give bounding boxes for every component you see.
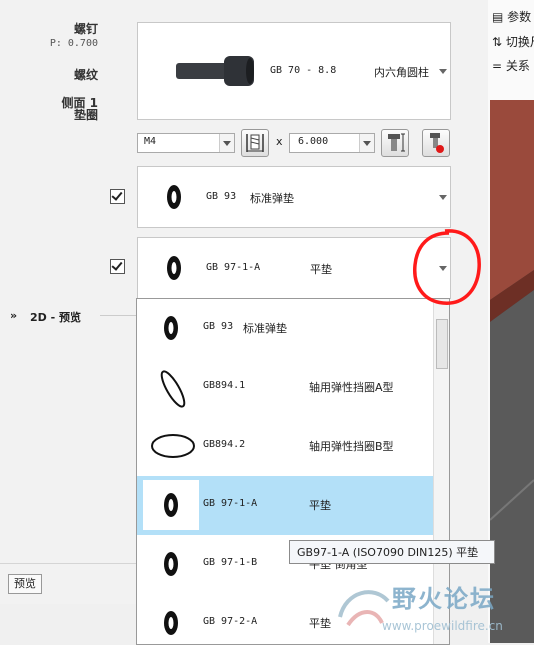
screw-part-selector[interactable]: GB 70 - 8.8 内六角圆柱	[137, 22, 451, 120]
screw-code: GB 70 - 8.8	[270, 65, 337, 76]
washer1-thumbnail	[146, 172, 202, 222]
washer2-name: 平垫	[310, 263, 332, 276]
times-label: x	[276, 135, 283, 148]
list-item-name: 平垫	[309, 617, 331, 630]
washer-label: 垫圈	[73, 108, 98, 122]
menu-item-switch-dims-label: 切换尺	[505, 35, 534, 49]
washer1-checkbox[interactable]	[110, 189, 125, 204]
list-item-code: GB 97-1-A	[203, 498, 258, 509]
list-item-thumbnail	[143, 303, 199, 353]
list-item-code: GB 97-2-A	[203, 616, 258, 627]
thread-label: 螺纹	[73, 68, 98, 82]
list-item-name: 平垫	[309, 499, 331, 512]
list-item-thumbnail	[143, 421, 199, 471]
list-item-code: GB894.2	[203, 439, 246, 450]
washer1-selector[interactable]: GB 93 标准弹垫	[137, 166, 451, 228]
thread-length-icon	[246, 134, 264, 152]
list-item-thumbnail	[143, 598, 199, 644]
menu-item-params-label: 参数	[507, 10, 532, 24]
list-item[interactable]: GB894.1 轴用弹性挡圈A型	[137, 358, 433, 417]
chevron-down-icon[interactable]	[439, 69, 447, 74]
retaining-ring-b-icon	[151, 434, 195, 458]
preview-section-toggle[interactable]: »	[10, 309, 17, 322]
washer2-selector[interactable]: GB 97-1-A 平垫	[137, 237, 451, 299]
washer1-name: 标准弹垫	[250, 192, 294, 205]
list-item-code: GB894.1	[203, 380, 246, 391]
screw-label: 螺钉	[73, 22, 98, 36]
preview-button[interactable]: 预览	[8, 574, 42, 594]
washer1-code: GB 93	[206, 191, 237, 202]
washer2-checkbox[interactable]	[110, 259, 125, 274]
chevron-down-icon[interactable]	[439, 195, 447, 200]
menu-item-switch-dims[interactable]: ⇅ 切换尺	[492, 33, 534, 50]
menu-item-relations-label: 关系	[505, 59, 530, 73]
scrollbar-thumb[interactable]	[436, 319, 448, 369]
switch-dims-icon: ⇅	[492, 35, 503, 49]
pick-point-button[interactable]	[422, 129, 450, 157]
length-combo[interactable]: 6.000	[289, 133, 375, 153]
retaining-ring-a-icon	[160, 370, 186, 408]
section-divider	[100, 315, 140, 316]
spring-washer-icon	[164, 316, 178, 340]
chevron-down-icon[interactable]	[219, 134, 234, 152]
relations-icon: =	[492, 59, 503, 73]
flat-washer-icon	[167, 256, 181, 280]
spring-washer-icon	[167, 185, 181, 209]
flat-washer-icon	[164, 611, 178, 635]
washer2-code: GB 97-1-A	[206, 262, 261, 273]
chevron-down-icon[interactable]	[359, 134, 374, 152]
flat-washer-icon	[164, 493, 178, 517]
list-item[interactable]: GB894.2 轴用弹性挡圈B型	[137, 417, 433, 476]
preview-section-label: 2D - 预览	[30, 311, 82, 324]
menu-item-params[interactable]: ▤ 参数	[492, 8, 531, 25]
list-item-thumbnail	[143, 539, 199, 589]
watermark-url: www.proewildfire.cn	[382, 619, 503, 633]
params-icon: ▤	[492, 10, 504, 24]
double-chevron-up-icon: »	[10, 309, 18, 322]
flat-washer-icon	[164, 552, 178, 576]
screw-length-button[interactable]	[381, 129, 409, 157]
list-item-code: GB 97-1-B	[203, 557, 258, 568]
list-item-code: GB 93	[203, 321, 234, 332]
size-combo[interactable]: M4	[137, 133, 235, 153]
pick-point-icon	[430, 133, 444, 153]
socket-head-screw-icon	[176, 56, 254, 86]
list-item[interactable]: GB 93 标准弹垫	[137, 299, 433, 358]
screw-thumbnail	[146, 31, 266, 111]
menu-item-relations[interactable]: = 关系	[492, 57, 530, 74]
forum-watermark: 野火论坛 www.proewildfire.cn	[330, 575, 530, 640]
pitch-label: P: 0.700	[49, 38, 98, 49]
watermark-text: 野火论坛	[392, 585, 496, 613]
list-item-name: 轴用弹性挡圈B型	[309, 440, 394, 453]
list-item-name: 轴用弹性挡圈A型	[309, 381, 394, 394]
length-combo-value: 6.000	[298, 136, 329, 147]
size-combo-value: M4	[144, 136, 157, 147]
red-highlight-circle	[413, 229, 481, 305]
washer2-thumbnail	[146, 243, 202, 293]
3d-model-viewport[interactable]	[490, 100, 534, 643]
model-scene-graphic	[490, 100, 534, 643]
list-item-thumbnail	[143, 480, 199, 530]
tooltip: GB97-1-A (ISO7090 DIN125) 平垫	[289, 540, 495, 564]
list-item-selected[interactable]: GB 97-1-A 平垫	[137, 476, 433, 535]
list-item-thumbnail	[143, 362, 199, 412]
screw-length-icon	[388, 133, 405, 152]
thread-length-button[interactable]	[241, 129, 269, 157]
list-item-name: 标准弹垫	[243, 322, 287, 335]
screw-name: 内六角圆柱	[374, 66, 429, 79]
